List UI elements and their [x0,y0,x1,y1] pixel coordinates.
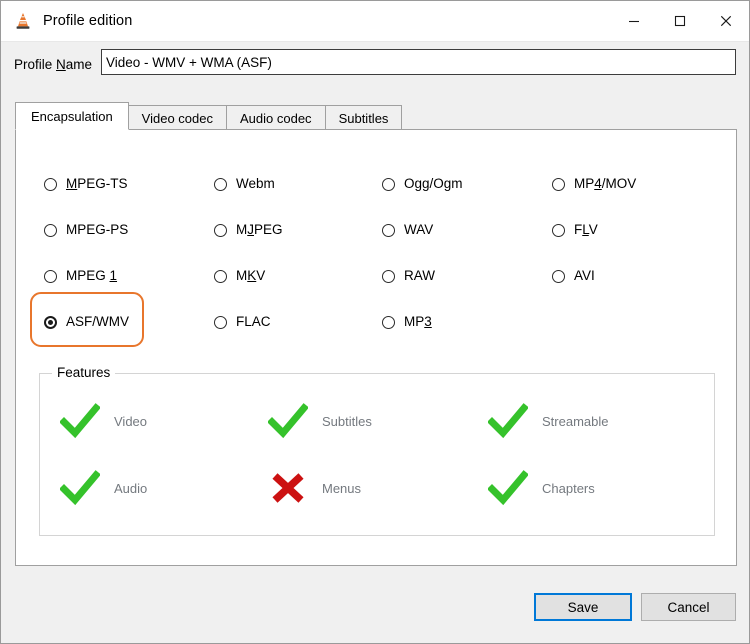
radio-indicator [382,269,395,283]
feature-video: Video [60,403,147,439]
radio-indicator [44,223,57,237]
features-legend: Features [52,365,116,380]
radio-option-label: WAV [404,222,434,238]
radio-option-label: MKV [236,268,266,284]
tab-video-codec[interactable]: Video codec [127,105,227,130]
radio-option-label: FLAC [236,314,271,330]
radio-indicator [382,177,395,191]
tab-subtitles[interactable]: Subtitles [324,105,403,130]
radio-option-label: Webm [236,176,275,192]
radio-option-flac[interactable]: FLAC [214,312,271,332]
feature-label: Chapters [542,480,595,496]
tab-encapsulation[interactable]: Encapsulation [15,102,129,130]
profile-edition-dialog: Profile edition Profile Name Encapsulati… [0,0,750,644]
radio-option-label: ASF/WMV [66,314,129,330]
radio-option-label: MJPEG [236,222,283,238]
window-title: Profile edition [43,13,133,29]
feature-menus: Menus [268,470,361,506]
title-bar: Profile edition [1,1,749,42]
radio-option-raw[interactable]: RAW [382,266,435,286]
radio-indicator [214,177,227,191]
radio-option-avi[interactable]: AVI [552,266,595,286]
radio-option-mpeg-ts[interactable]: MPEG-TS [44,174,128,194]
radio-option-mp4-mov[interactable]: MP4/MOV [552,174,636,194]
radio-indicator [214,269,227,283]
save-button[interactable]: Save [534,593,632,621]
check-icon [60,470,100,506]
feature-label: Video [114,413,148,429]
radio-option-asf-wmv[interactable]: ASF/WMV [44,312,129,332]
radio-indicator [44,269,57,283]
feature-streamable: Streamable [488,403,608,439]
check-icon [268,403,308,439]
radio-indicator [382,223,395,237]
radio-option-flv[interactable]: FLV [552,220,598,240]
cancel-button[interactable]: Cancel [641,593,736,621]
feature-chapters: Chapters [488,470,595,506]
feature-label: Menus [322,480,362,496]
radio-option-label: MPEG 1 [66,268,118,284]
radio-indicator [44,177,57,191]
window-controls [611,1,749,41]
radio-option-wav[interactable]: WAV [382,220,433,240]
radio-option-label: Ogg/Ogm [404,176,463,192]
radio-indicator [552,269,565,283]
radio-option-label: RAW [404,268,435,284]
radio-indicator [382,315,395,329]
feature-audio: Audio [60,470,147,506]
profile-name-input[interactable] [101,49,736,75]
profile-name-row: Profile Name [1,49,750,83]
radio-option-label: MP3 [404,314,432,330]
tab-strip: Encapsulation Video codec Audio codec Su… [15,102,403,130]
features-group: Features Video Audio Subtitles Menus Streama… [39,365,715,536]
encapsulation-panel: MPEG-TS MPEG-PS MPEG 1 ASF/WMV Webm MJPEG MKV F… [15,129,737,566]
feature-label: Streamable [542,413,609,429]
feature-label: Audio [114,480,148,496]
radio-option-mjpeg[interactable]: MJPEG [214,220,283,240]
radio-option-label: MPEG-TS [66,176,128,192]
radio-indicator [214,223,227,237]
radio-option-ogg-ogm[interactable]: Ogg/Ogm [382,174,463,194]
minimize-icon[interactable] [611,1,657,41]
radio-option-label: FLV [574,222,598,238]
radio-option-mpeg-ps[interactable]: MPEG-PS [44,220,128,240]
check-icon [60,403,100,439]
radio-option-webm[interactable]: Webm [214,174,275,194]
title-bar-left: Profile edition [1,11,132,31]
feature-label: Subtitles [322,413,372,429]
vlc-cone-icon [13,11,33,31]
tab-audio-codec[interactable]: Audio codec [226,105,326,130]
radio-option-mp3[interactable]: MP3 [382,312,432,332]
radio-option-mpeg-1[interactable]: MPEG 1 [44,266,117,286]
close-icon[interactable] [703,1,749,41]
radio-option-label: MPEG-PS [66,222,129,238]
radio-option-label: AVI [574,268,595,284]
radio-indicator [552,177,565,191]
radio-indicator [44,315,57,329]
maximize-icon[interactable] [657,1,703,41]
radio-indicator [552,223,565,237]
radio-indicator [214,315,227,329]
profile-name-label: Profile Name [14,57,93,72]
check-icon [488,403,528,439]
feature-subtitles: Subtitles [268,403,372,439]
radio-option-label: MP4/MOV [574,176,637,192]
cross-icon [272,473,304,503]
check-icon [488,470,528,506]
radio-option-mkv[interactable]: MKV [214,266,265,286]
